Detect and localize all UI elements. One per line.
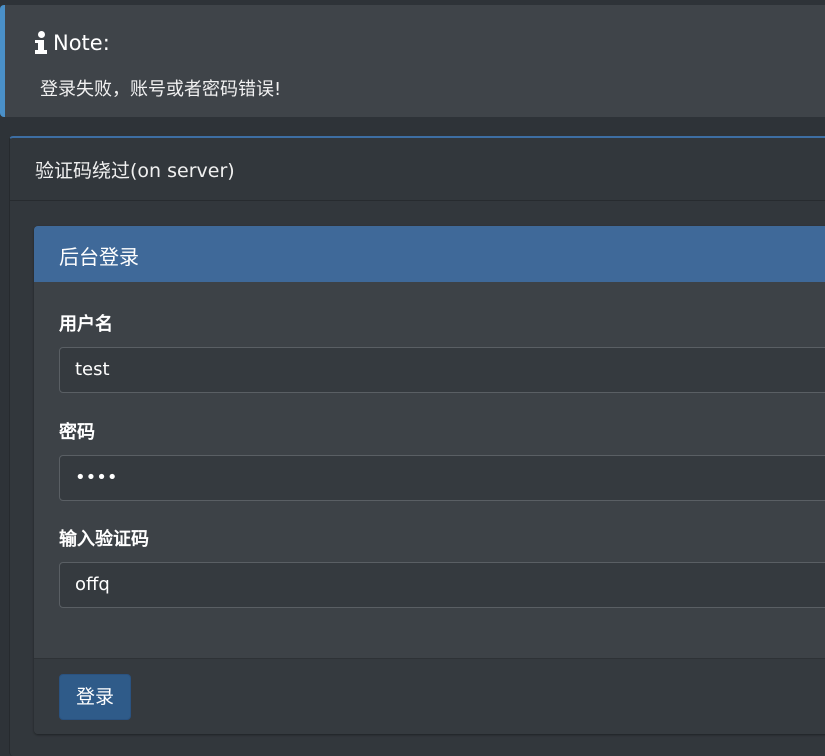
- captcha-input[interactable]: offq: [59, 562, 825, 608]
- note-title-row: Note:: [35, 31, 110, 55]
- login-panel-title: 后台登录: [59, 245, 139, 269]
- alert-note: Note: 登录失败，账号或者密码错误!: [0, 5, 825, 117]
- note-message: 登录失败，账号或者密码错误!: [40, 79, 282, 100]
- login-panel-header: 后台登录: [34, 226, 825, 282]
- password-label: 密码: [59, 422, 95, 443]
- info-icon: [35, 31, 47, 55]
- card-title: 验证码绕过(on server): [35, 160, 235, 182]
- captcha-label: 输入验证码: [59, 529, 149, 550]
- login-button[interactable]: 登录: [59, 674, 131, 720]
- username-input[interactable]: test: [59, 347, 825, 393]
- login-panel: 后台登录 用户名 test 密码 •••• 输入验证码 offq 登录: [34, 226, 825, 734]
- note-title: Note:: [53, 31, 110, 55]
- password-input[interactable]: ••••: [59, 455, 825, 501]
- login-panel-footer: 登录: [34, 658, 825, 734]
- username-label: 用户名: [59, 314, 113, 335]
- challenge-card: 验证码绕过(on server) 后台登录 用户名 test 密码 •••• 输…: [9, 136, 825, 756]
- card-header: 验证码绕过(on server): [10, 138, 825, 201]
